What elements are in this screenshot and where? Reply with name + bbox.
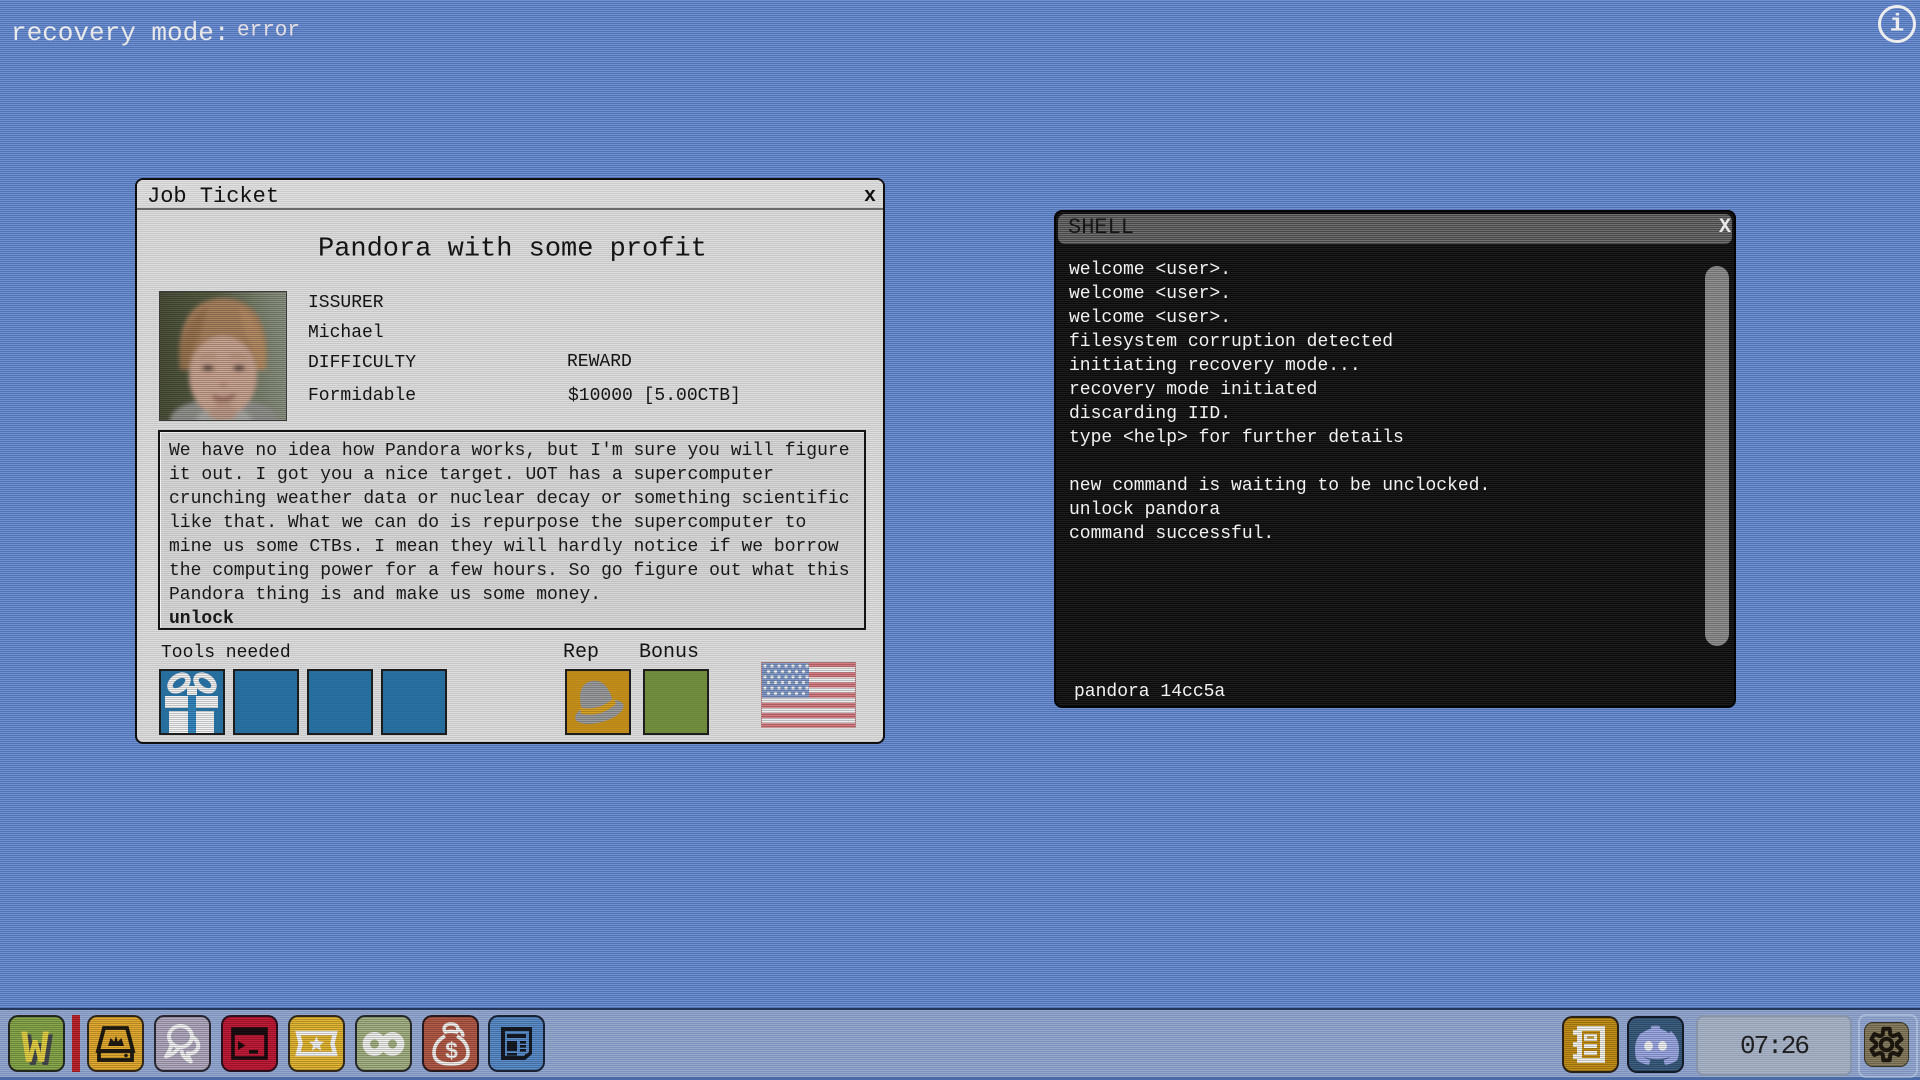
svg-text:$: $: [445, 1039, 459, 1065]
svg-text:W: W: [21, 1024, 49, 1070]
